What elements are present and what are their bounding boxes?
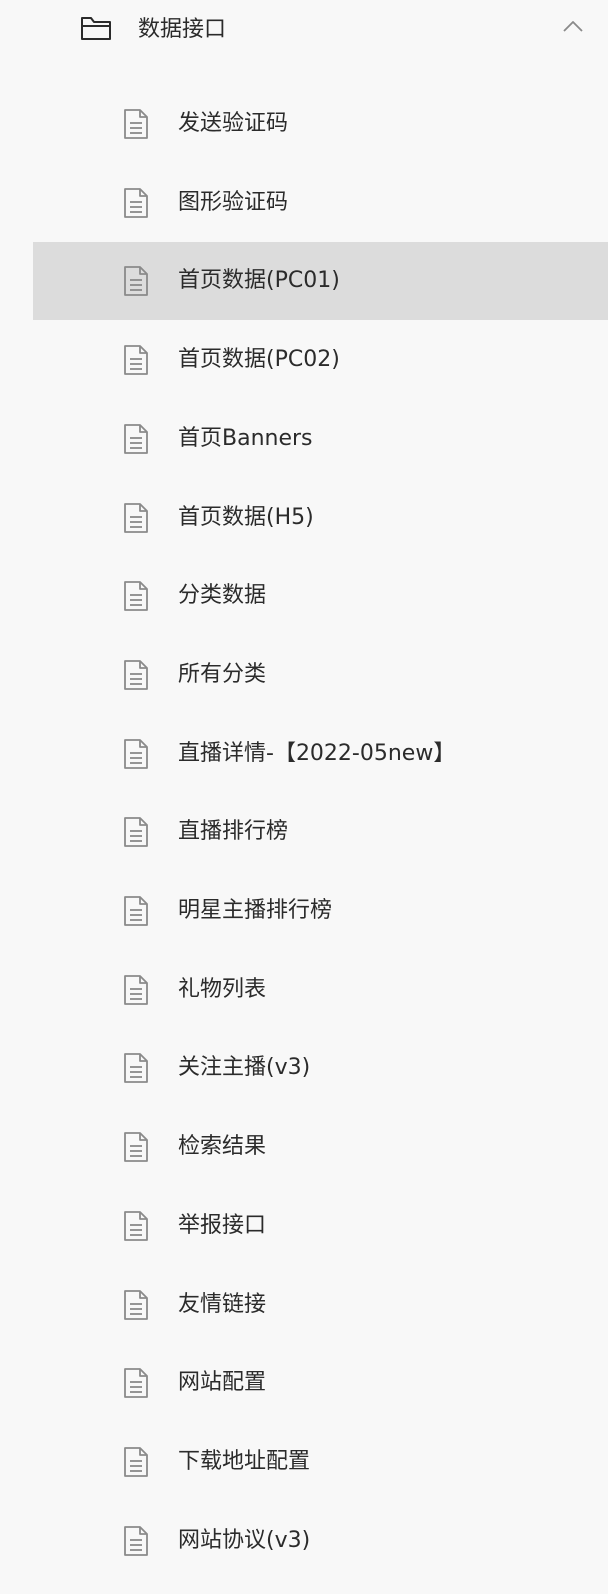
- tree-item[interactable]: 网站配置: [0, 1344, 608, 1422]
- tree-item[interactable]: 图形验证码: [0, 164, 608, 242]
- tree-item[interactable]: 明星主播排行榜: [0, 872, 608, 950]
- document-icon: [124, 817, 148, 847]
- document-icon: [124, 109, 148, 139]
- document-icon: [124, 424, 148, 454]
- document-icon: [124, 660, 148, 690]
- document-icon: [124, 1053, 148, 1083]
- document-icon: [124, 1290, 148, 1320]
- tree-item[interactable]: 首页Banners: [0, 400, 608, 478]
- tree-item[interactable]: 礼物列表: [0, 951, 608, 1029]
- document-icon: [124, 975, 148, 1005]
- tree-item-label: 直播排行榜: [178, 819, 289, 844]
- document-icon: [124, 581, 148, 611]
- tree-item[interactable]: 所有分类: [0, 636, 608, 714]
- tree-item[interactable]: 关注主播(v3): [0, 1029, 608, 1107]
- tree-item[interactable]: 首页数据(PC02): [0, 321, 608, 399]
- document-icon: [124, 266, 148, 296]
- tree-item-label: 直播详情-【2022-05new】: [178, 741, 456, 766]
- tree-item-label: 检索结果: [178, 1134, 267, 1159]
- tree-item-label: 图形验证码: [178, 190, 289, 215]
- tree-item-label: 明星主播排行榜: [178, 898, 333, 923]
- folder-row-data-api[interactable]: 数据接口: [0, 0, 608, 60]
- document-icon: [124, 1526, 148, 1556]
- tree-item[interactable]: 检索结果: [0, 1108, 608, 1186]
- api-tree: 数据接口 发送验证码图形验证码首页数据(PC01) 首页数据(PC02) 首页Ban…: [0, 0, 608, 1594]
- chevron-up-icon[interactable]: [562, 18, 584, 34]
- document-icon: [124, 1211, 148, 1241]
- document-icon: [124, 1132, 148, 1162]
- tree-item-label: 友情链接: [178, 1292, 267, 1317]
- document-icon: [124, 345, 148, 375]
- document-icon: [124, 188, 148, 218]
- document-icon: [124, 896, 148, 926]
- tree-item[interactable]: 直播排行榜: [0, 793, 608, 871]
- document-icon: [124, 503, 148, 533]
- tree-item[interactable]: 发送验证码: [0, 85, 608, 163]
- folder-icon: [81, 17, 111, 40]
- tree-item[interactable]: 分类数据: [0, 557, 608, 635]
- tree-item-label: 网站配置: [178, 1370, 267, 1395]
- tree-item-label: 发送验证码: [178, 111, 289, 136]
- tree-item-label: 下载地址配置: [178, 1449, 311, 1474]
- tree-item-label: 关注主播(v3): [178, 1055, 311, 1080]
- tree-item[interactable]: 举报接口: [0, 1187, 608, 1265]
- tree-item-label: 网站协议(v3): [178, 1528, 311, 1553]
- tree-item[interactable]: 友情链接: [0, 1266, 608, 1344]
- tree-item-label: 举报接口: [178, 1213, 267, 1238]
- folder-label: 数据接口: [138, 17, 227, 42]
- document-icon: [124, 1447, 148, 1477]
- tree-item-label: 礼物列表: [178, 977, 267, 1002]
- tree-item[interactable]: 首页数据(PC01): [33, 242, 608, 320]
- tree-item[interactable]: 网站协议(v3): [0, 1502, 608, 1580]
- tree-item-label: 分类数据: [178, 583, 267, 608]
- tree-item-label: 首页数据(PC01): [178, 268, 340, 293]
- tree-item[interactable]: 直播详情-【2022-05new】: [0, 715, 608, 793]
- document-icon: [124, 1368, 148, 1398]
- tree-item-label: 首页数据(PC02): [178, 347, 340, 372]
- tree-item-label: 首页数据(H5): [178, 505, 314, 530]
- tree-item[interactable]: 首页数据(H5): [0, 479, 608, 557]
- tree-item-label: 首页Banners: [178, 426, 313, 451]
- document-icon: [124, 739, 148, 769]
- tree-item[interactable]: 下载地址配置: [0, 1423, 608, 1501]
- tree-item-label: 所有分类: [178, 662, 267, 687]
